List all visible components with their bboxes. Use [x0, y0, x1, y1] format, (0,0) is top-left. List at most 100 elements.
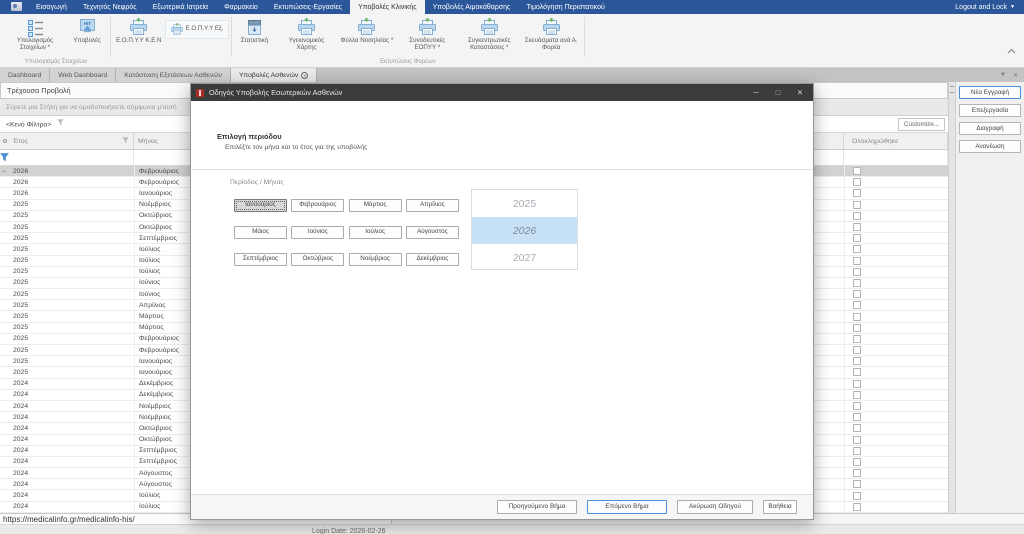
logout-and-lock-button[interactable]: Logout and Lock ▼	[946, 0, 1024, 14]
cell-year: 2026	[8, 168, 134, 175]
month-button[interactable]: Ιούνιος	[291, 226, 344, 239]
ribbon-button[interactable]: Συνοδευτικές ΕΟΠΥΥ *	[396, 14, 458, 52]
month-button[interactable]: Απρίλιος	[406, 199, 459, 212]
completed-checkbox[interactable]	[853, 357, 861, 365]
completed-checkbox[interactable]	[853, 436, 861, 444]
completed-checkbox[interactable]	[853, 368, 861, 376]
completed-checkbox[interactable]	[853, 301, 861, 309]
completed-checkbox[interactable]	[853, 480, 861, 488]
minimize-icon[interactable]: ─	[745, 84, 767, 101]
completed-checkbox[interactable]	[853, 469, 861, 477]
completed-checkbox[interactable]	[853, 178, 861, 186]
ribbon-button[interactable]: Στατιστική	[234, 14, 276, 45]
column-header-completed[interactable]: Ολοκληρώθηκε	[844, 133, 948, 149]
document-tab[interactable]: Υποβολές Ασθενών ✕	[231, 68, 317, 82]
ribbon-button[interactable]: Συγκεντρωτικές Καταστάσεις *	[458, 14, 520, 52]
customize-button[interactable]: Customize...	[898, 118, 945, 131]
filter-cell-year[interactable]	[8, 150, 134, 165]
document-tab[interactable]: Dashboard ✕	[0, 68, 50, 82]
completed-checkbox[interactable]	[853, 424, 861, 432]
completed-checkbox[interactable]	[853, 290, 861, 298]
month-button[interactable]: Μάρτιος	[349, 199, 402, 212]
ribbon-button[interactable]: Υπολογισμός Στοιχείων *	[4, 14, 66, 52]
ribbon-button[interactable]: Φύλλα Νοσηλείας *	[338, 14, 397, 45]
sidebar-action-button[interactable]: Νέα Εγγραφή	[959, 86, 1021, 99]
month-button[interactable]: Μάιος	[234, 226, 287, 239]
row-indicator	[0, 379, 8, 389]
menu-tab[interactable]: Εκτυπώσεις-Εργασίες	[266, 0, 350, 14]
row-indicator	[0, 356, 8, 366]
cell-completed	[844, 177, 948, 187]
close-icon[interactable]: ✕	[789, 84, 811, 101]
completed-checkbox[interactable]	[853, 413, 861, 421]
maximize-icon[interactable]: □	[767, 84, 789, 101]
collapse-ribbon-icon[interactable]	[1007, 41, 1016, 59]
tab-list-dropdown-icon[interactable]: ▼	[1000, 72, 1006, 78]
month-button[interactable]: Ιούλιος	[349, 226, 402, 239]
completed-checkbox[interactable]	[853, 492, 861, 500]
cell-year: 2025	[8, 335, 134, 342]
completed-checkbox[interactable]	[853, 380, 861, 388]
menu-tab[interactable]: Τιμολόγηση Περιστατικού	[518, 0, 612, 14]
completed-checkbox[interactable]	[853, 458, 861, 466]
month-button[interactable]: Φεβρουάριος	[291, 199, 344, 212]
menu-tab[interactable]: Εισαγωγή	[28, 0, 75, 14]
ribbon-button[interactable]: HIT Υποβολές	[66, 14, 108, 45]
menu-tab[interactable]: Φαρμακείο	[216, 0, 266, 14]
completed-checkbox[interactable]	[853, 223, 861, 231]
menu-tab[interactable]: Εξωτερικά Ιατρεία	[145, 0, 216, 14]
completed-checkbox[interactable]	[853, 257, 861, 265]
next-step-button[interactable]: Επόμενο Βήμα	[587, 500, 667, 514]
menu-tab[interactable]: Υποβολές Αιμοκάθαρσης	[425, 0, 519, 14]
column-filter-icon[interactable]	[122, 137, 129, 146]
completed-checkbox[interactable]	[853, 335, 861, 343]
year-option[interactable]: 2025	[472, 190, 577, 217]
close-tab-icon[interactable]: ✕	[301, 72, 308, 79]
help-button[interactable]: Βοήθεια	[763, 500, 797, 514]
divider	[191, 169, 813, 170]
month-button[interactable]: Οκτώβριος	[291, 253, 344, 266]
ribbon-button[interactable]: Σκευάσματα ανά Α. Φορέα	[520, 14, 582, 52]
completed-checkbox[interactable]	[853, 447, 861, 455]
ribbon-button[interactable]: Υγειονομικός Χάρτης	[276, 14, 338, 52]
completed-checkbox[interactable]	[853, 245, 861, 253]
month-button[interactable]: Αύγουστος	[406, 226, 459, 239]
completed-checkbox[interactable]	[853, 189, 861, 197]
completed-checkbox[interactable]	[853, 313, 861, 321]
sidebar-action-button[interactable]: Ανανέωση	[959, 140, 1021, 153]
column-header-year[interactable]: Έτος	[8, 133, 134, 149]
completed-checkbox[interactable]	[853, 212, 861, 220]
row-indicator	[0, 502, 8, 512]
month-button[interactable]: Ιανουάριος	[234, 199, 287, 212]
ribbon-button[interactable]: Ε.Ο.Π.Υ.Υ Κ.Ε.Ν	[113, 14, 165, 45]
menu-tab[interactable]: Τεχνητός Νεφρός	[75, 0, 145, 14]
completed-checkbox[interactable]	[853, 391, 861, 399]
close-document-icon[interactable]: ✕	[1013, 72, 1018, 79]
completed-checkbox[interactable]	[853, 279, 861, 287]
menu-tab[interactable]: Υποβολές Κλινικής	[350, 0, 425, 14]
completed-checkbox[interactable]	[853, 234, 861, 242]
month-button[interactable]: Δεκέμβριος	[406, 253, 459, 266]
completed-checkbox[interactable]	[853, 167, 861, 175]
cancel-wizard-button[interactable]: Ακύρωση Οδηγού	[677, 500, 753, 514]
completed-checkbox[interactable]	[853, 346, 861, 354]
ribbon-button[interactable]: Ε.Ο.Π.Υ.Υ Εξ.	[165, 20, 229, 39]
panel-splitter[interactable]	[948, 82, 956, 513]
document-tab[interactable]: Κατάσταση Εξετάσεων Ασθενών ✕	[116, 68, 231, 82]
sidebar-action-button[interactable]: Διαγραφή	[959, 122, 1021, 135]
document-tab[interactable]: Web Dashboard ✕	[50, 68, 116, 82]
year-option[interactable]: 2026	[472, 217, 577, 244]
sidebar-action-button[interactable]: Επεξεργασία	[959, 104, 1021, 117]
month-button[interactable]: Σεπτέμβριος	[234, 253, 287, 266]
completed-checkbox[interactable]	[853, 503, 861, 511]
completed-checkbox[interactable]	[853, 402, 861, 410]
dialog-title-bar[interactable]: Οδηγός Υποβολής Εσωτερικών Ασθενών ─ □ ✕	[191, 84, 813, 101]
cell-year: 2025	[8, 369, 134, 376]
previous-step-button[interactable]: Προηγούμενο Βήμα	[497, 500, 577, 514]
filter-cell-completed[interactable]	[844, 150, 948, 165]
completed-checkbox[interactable]	[853, 324, 861, 332]
completed-checkbox[interactable]	[853, 268, 861, 276]
month-button[interactable]: Νοέμβριος	[349, 253, 402, 266]
year-option[interactable]: 2027	[472, 244, 577, 270]
completed-checkbox[interactable]	[853, 201, 861, 209]
